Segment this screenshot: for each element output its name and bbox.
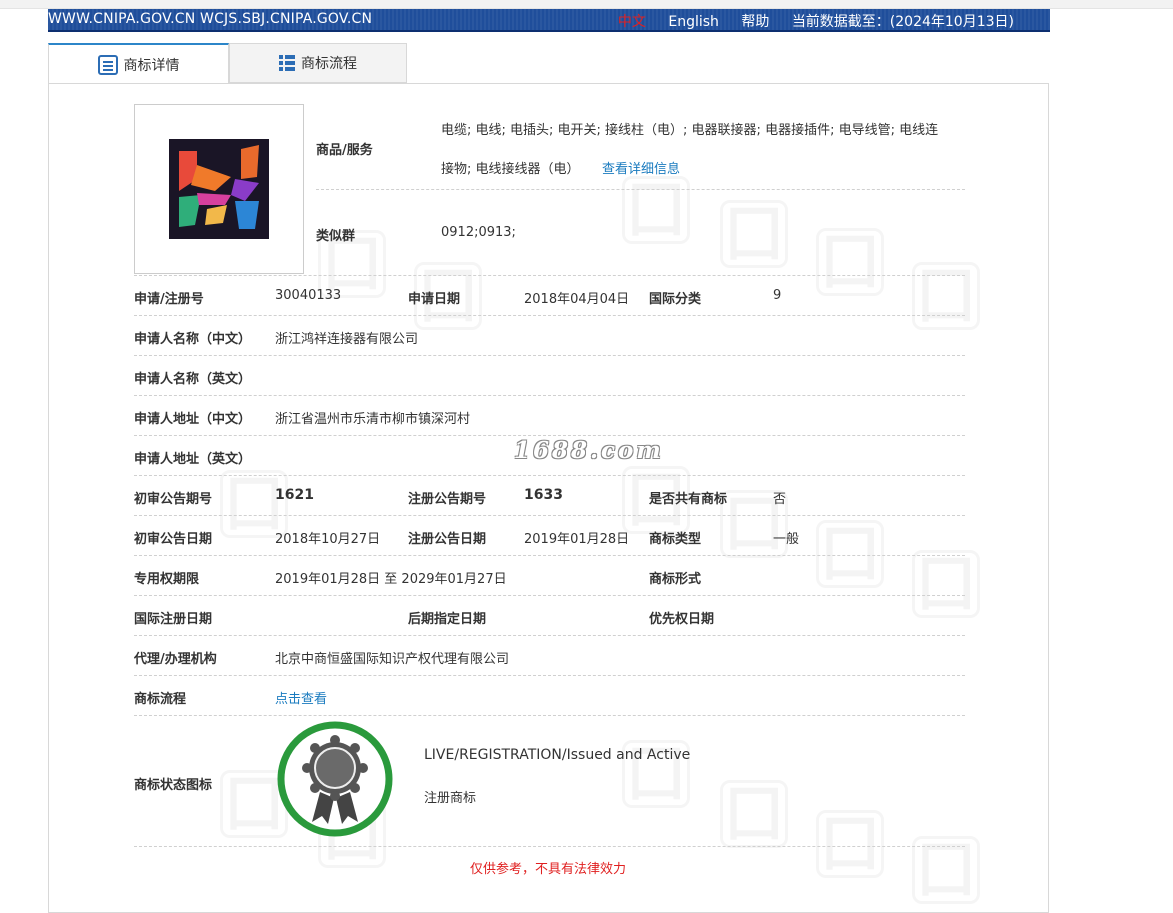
divider (134, 515, 965, 516)
watermark-tile: 囗 (912, 262, 980, 330)
divider (134, 315, 965, 316)
divider (134, 355, 965, 356)
divider (134, 715, 965, 716)
shared-value: 否 (773, 492, 787, 507)
prelim-date-value: 2018年10月27日 (275, 532, 381, 547)
tab-trademark-process[interactable]: 商标流程 (229, 43, 407, 83)
watermark-tile: 囗 (720, 200, 788, 268)
agent-label: 代理/办理机构 (134, 652, 217, 667)
address-cn-label: 申请人地址（中文） (134, 412, 252, 427)
disclaimer-text: 仅供参考，不具有法律效力 (469, 862, 626, 877)
header-links: 中文 English 帮助 当前数据截至：(2024年10月13日) (618, 11, 1014, 31)
applicant-cn-label: 申请人名称（中文） (134, 332, 252, 347)
reg-pub-no-value: 1633 (524, 487, 563, 503)
reg-pub-no-label: 注册公告期号 (408, 492, 487, 507)
lang-zh-link[interactable]: 中文 (618, 14, 646, 30)
watermark-tile: 囗 (816, 520, 884, 588)
tm-form-label: 商标形式 (649, 572, 702, 587)
status-cn-text: 注册商标 (424, 791, 477, 806)
goods-services-line1: 电缆; 电线; 电插头; 电开关; 接线柱（电）; 电器联接器; 电器接插件; … (441, 123, 939, 138)
watermark-tile: 囗 (912, 550, 980, 618)
tab-trademark-detail[interactable]: 商标详情 (48, 43, 229, 84)
similar-group-label: 类似群 (316, 229, 356, 244)
goods-services-label: 商品/服务 (316, 143, 373, 158)
divider (134, 435, 965, 436)
term-value: 2019年01月28日 至 2029年01月27日 (275, 572, 507, 587)
tab-label: 商标流程 (301, 56, 357, 72)
document-list-icon (97, 54, 118, 75)
status-icon-label: 商标状态图标 (134, 778, 213, 793)
app-date-value: 2018年04月04日 (524, 292, 630, 307)
site-urls: WWW.CNIPA.GOV.CN WCJS.SBJ.CNIPA.GOV.CN (48, 11, 373, 27)
tm-type-label: 商标类型 (649, 532, 702, 547)
site-header-bar: WWW.CNIPA.GOV.CN WCJS.SBJ.CNIPA.GOV.CN 中… (48, 9, 1050, 32)
watermark-tile: 囗 (816, 228, 884, 296)
process-link[interactable]: 点击查看 (275, 688, 327, 707)
address-en-label: 申请人地址（英文） (134, 452, 252, 467)
reg-pub-date-label: 注册公告日期 (408, 532, 487, 547)
divider (134, 675, 965, 676)
status-en-text: LIVE/REGISTRATION/Issued and Active (424, 747, 691, 763)
reg-no-value: 30040133 (275, 288, 342, 303)
registered-ribbon-icon (277, 721, 393, 837)
browser-top-strip (0, 0, 1173, 9)
intl-class-value: 9 (773, 288, 782, 303)
process-label: 商标流程 (134, 692, 187, 707)
later-date-label: 后期指定日期 (408, 612, 487, 627)
app-date-label: 申请日期 (408, 292, 461, 307)
divider (316, 189, 965, 190)
divider (134, 846, 965, 847)
reg-pub-date-value: 2019年01月28日 (524, 532, 630, 547)
reg-no-label: 申请/注册号 (134, 292, 204, 307)
divider (134, 595, 965, 596)
watermark-tile: 囗 (720, 780, 788, 848)
tm-type-value: 一般 (773, 532, 800, 547)
divider (134, 275, 965, 276)
data-date-text: 当前数据截至：(2024年10月13日) (791, 14, 1014, 30)
applicant-cn-value: 浙江鸿祥连接器有限公司 (275, 332, 419, 347)
similar-group-value: 0912;0913; (441, 225, 516, 240)
grid-list-icon (279, 55, 295, 71)
tab-label: 商标详情 (123, 57, 180, 74)
prelim-no-value: 1621 (275, 487, 314, 503)
prelim-no-label: 初审公告期号 (134, 492, 213, 507)
priority-date-label: 优先权日期 (649, 612, 715, 627)
prelim-date-label: 初审公告日期 (134, 532, 213, 547)
divider (134, 635, 965, 636)
divider (134, 395, 965, 396)
applicant-en-label: 申请人名称（英文） (134, 372, 252, 387)
help-link[interactable]: 帮助 (741, 14, 769, 30)
term-label: 专用权期限 (134, 572, 200, 587)
intl-class-label: 国际分类 (649, 292, 702, 307)
address-cn-value: 浙江省温州市乐清市柳市镇深河村 (275, 412, 471, 427)
divider (134, 555, 965, 556)
goods-services-line2: 接物; 电线接线器（电） (441, 162, 580, 177)
divider (134, 475, 965, 476)
trademark-logo-image (169, 139, 269, 239)
shared-label: 是否共有商标 (649, 492, 728, 507)
watermark-tile: 囗 (622, 176, 690, 244)
view-details-link[interactable]: 查看详细信息 (602, 158, 680, 177)
agent-value: 北京中商恒盛国际知识产权代理有限公司 (275, 652, 510, 667)
intl-reg-date-label: 国际注册日期 (134, 612, 213, 627)
trademark-image-frame (134, 104, 304, 274)
lang-en-link[interactable]: English (668, 14, 719, 30)
overlay-watermark-text: 1688.com (514, 437, 664, 464)
